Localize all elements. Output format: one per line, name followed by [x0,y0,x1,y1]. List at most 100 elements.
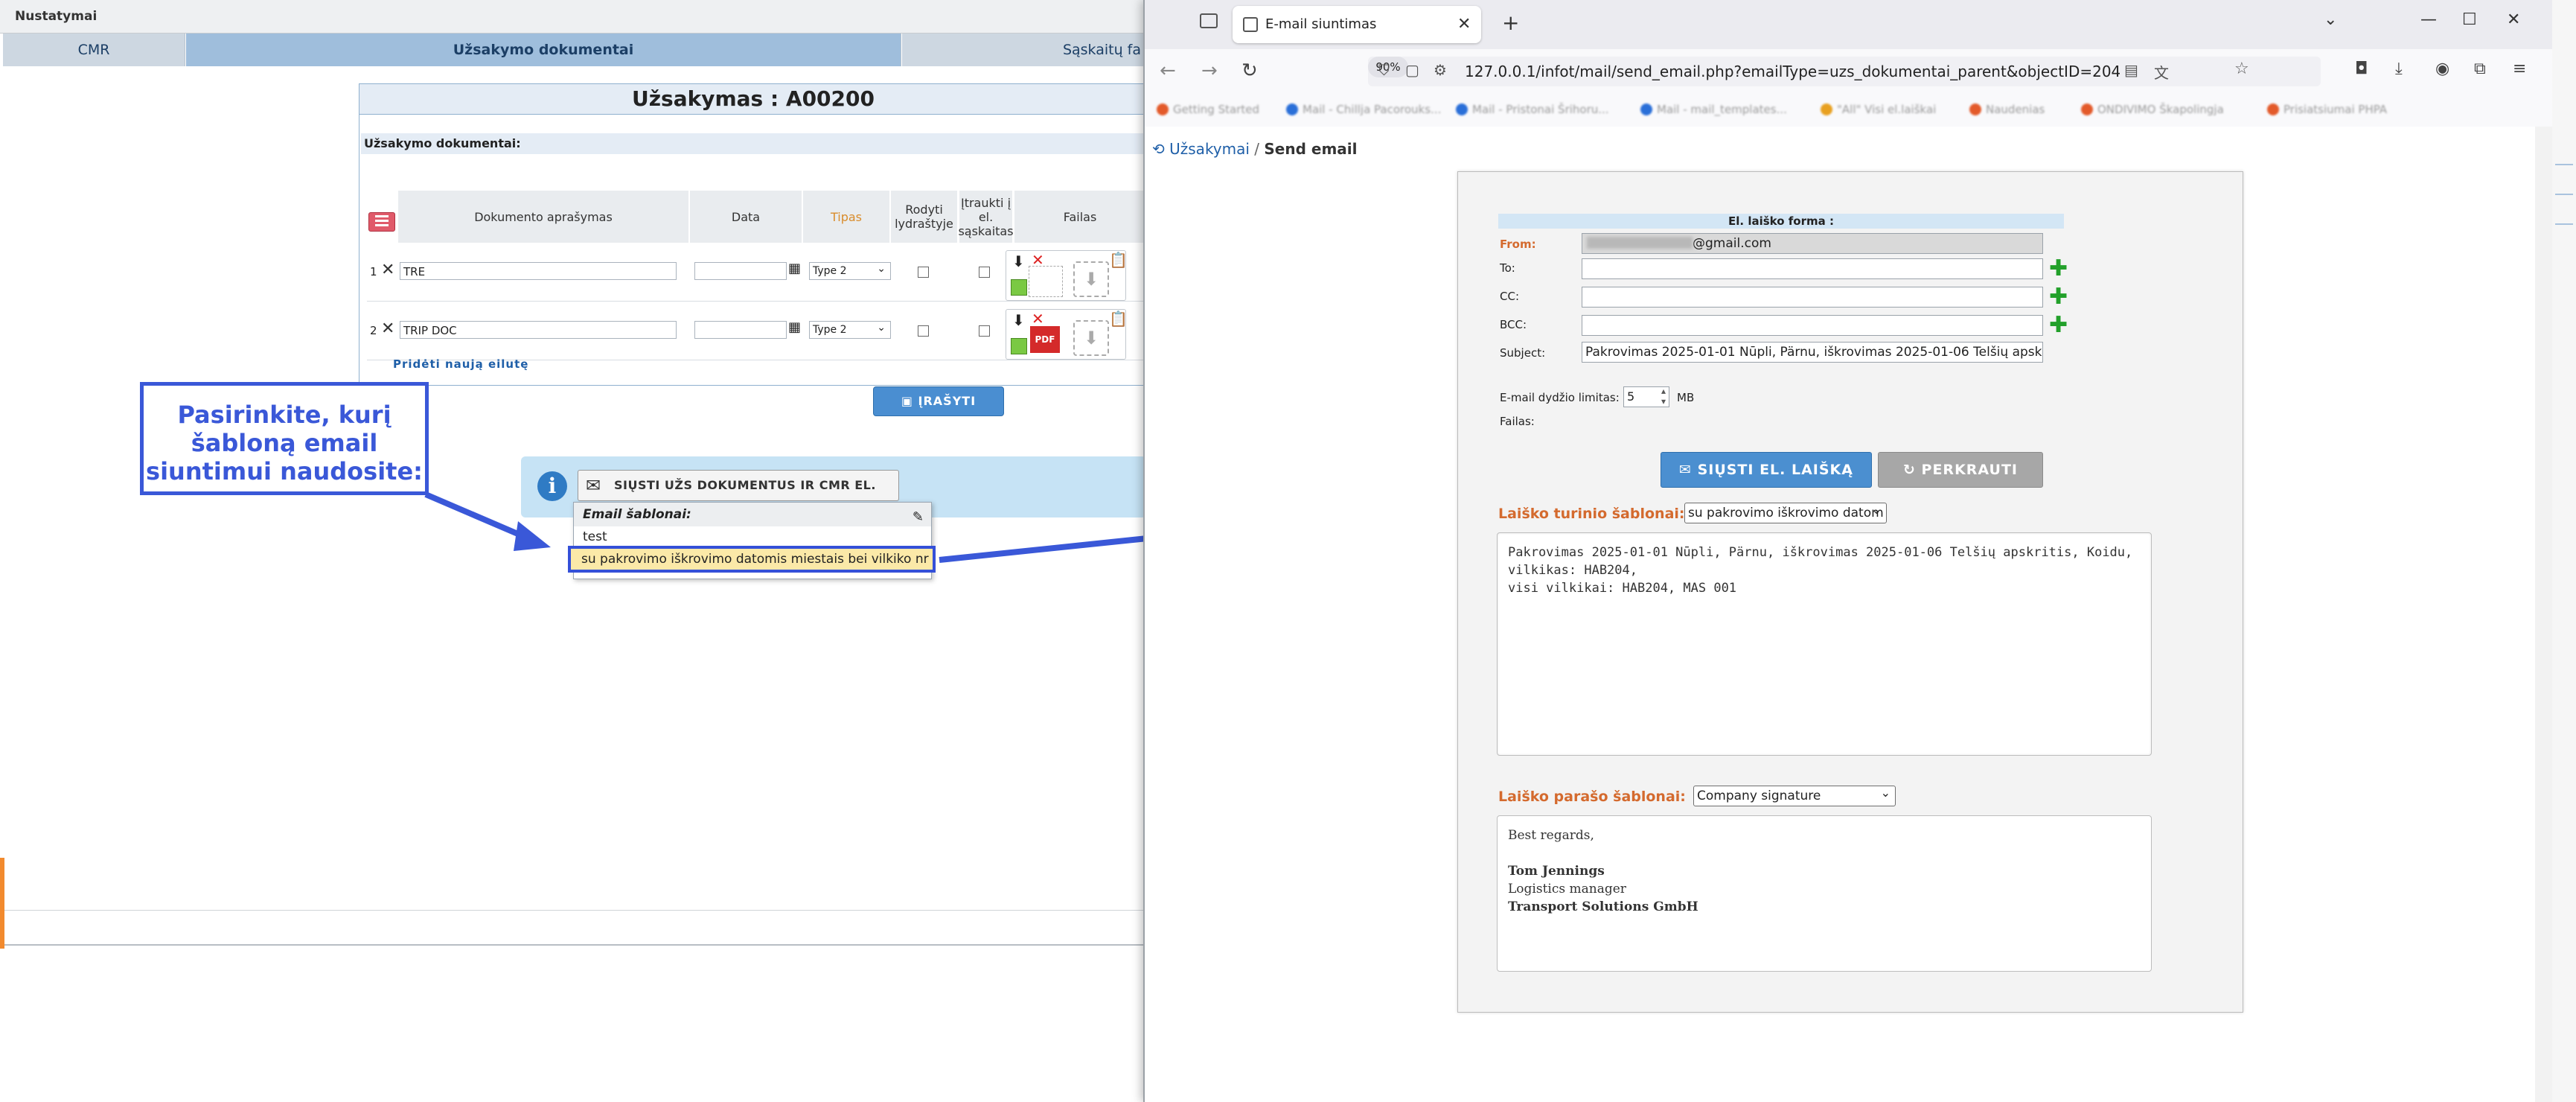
delete-row-icon[interactable]: ✕ [381,319,394,338]
new-tab-icon[interactable]: + [1502,10,1519,35]
envelope-icon: ✉ [1679,462,1698,478]
pocket-icon[interactable]: ◘ [2355,60,2368,78]
from-label: From: [1500,238,1536,251]
breadcrumb-current: Send email [1264,140,1358,158]
col-header-show-in-waybill: Rodyti lydraštyje [891,191,958,243]
app-menu-icon[interactable]: ≡ [2513,60,2526,78]
account-icon[interactable]: ◉ [2435,60,2449,78]
divider [0,944,1146,946]
add-cc-recipient-icon[interactable]: ✚ [2049,286,2068,308]
tab-invoices[interactable]: Sąskaitų fa [902,34,1148,66]
history-icon: ⟲ [1152,140,1170,158]
size-limit-stepper[interactable]: 5 ▴ ▾ [1623,386,1669,407]
cc-field[interactable] [1582,287,2043,308]
clipboard-icon[interactable]: 📋 [1109,251,1128,269]
email-templates-title: Email šablonai: [583,507,691,522]
bookmark-item[interactable]: Naudenias [1969,103,2045,116]
tab-close-icon[interactable]: ✕ [1457,15,1471,34]
remove-file-icon[interactable]: ✕ [1032,310,1044,328]
tab-list-icon[interactable] [1200,13,1218,28]
description-input[interactable]: TRE [400,262,677,280]
row-menu-button[interactable] [368,212,395,232]
clipboard-icon[interactable]: 📋 [1109,310,1128,328]
add-to-recipient-icon[interactable]: ✚ [2049,258,2068,280]
body-line: visi vilkikai: HAB204, MAS 001 [1508,581,1737,596]
shield-icon[interactable]: ⛉ [1378,61,1390,79]
browser-tab[interactable]: E-mail siuntimas ✕ [1233,6,1481,43]
downloads-icon[interactable]: ⤓ [2395,60,2403,78]
window-close-icon[interactable]: ✕ [2507,10,2520,29]
page-info-icon[interactable]: ▢ [1405,61,1419,79]
body-template-select[interactable]: su pakrovimo iškrovimo datom [1684,503,1887,523]
reader-view-icon[interactable]: ▤ [2124,61,2138,79]
minimize-icon[interactable]: — [2420,10,2437,29]
send-docs-email-button[interactable]: ✉ SIŲSTI UŽS DOKUMENTUS IR CMR EL. PAŠTU [578,470,899,522]
email-body-textarea[interactable]: Pakrovimas 2025-01-01 Nūpli, Pärnu, iškr… [1497,532,2152,756]
include-einvoice-checkbox[interactable] [979,325,990,337]
date-input[interactable] [694,262,787,280]
description-input[interactable]: TRIP DOC [400,321,677,339]
reload-icon[interactable]: ↻ [1241,60,1258,82]
template-option-test[interactable]: test [583,529,607,544]
bookmark-item[interactable]: "All" Visi el.laiškai [1821,103,1936,116]
upload-drop-icon[interactable]: ⬇ [1073,261,1109,297]
col-header-file: Failas [1014,191,1146,243]
upload-drop-icon[interactable]: ⬇ [1073,320,1109,356]
date-input[interactable] [694,321,787,339]
size-limit-label: E-mail dydžio limitas: [1500,391,1620,404]
col-header-type[interactable]: Tipas [803,191,890,243]
calendar-icon[interactable]: ▦ [788,319,801,335]
include-einvoice-checkbox[interactable] [979,267,990,278]
type-select[interactable]: Type 2 [809,261,891,280]
col-header-include-einvoice: Įtraukti į el. sąskaitas [958,191,1014,243]
left-accent-strip [0,858,4,949]
forward-icon[interactable]: → [1201,60,1218,82]
bcc-label: BCC: [1500,318,1527,331]
bookmark-item[interactable]: Mail - Pristonai Šrihoru... [1456,103,1609,116]
signature-editor[interactable]: Best regards, Tom Jennings Logistics man… [1497,815,2152,972]
permissions-icon[interactable]: ⚙ [1434,61,1447,79]
add-bcc-recipient-icon[interactable]: ✚ [2049,314,2068,337]
tab-overflow-chevron-icon[interactable]: ⌄ [2324,10,2337,29]
show-in-waybill-checkbox[interactable] [918,325,929,337]
save-button[interactable]: ▣ ĮRAŠYTI [873,386,1004,416]
show-in-waybill-checkbox[interactable] [918,267,929,278]
tab-cmr[interactable]: CMR [3,34,185,66]
bookmark-item[interactable]: Prisiatsiumai PHPA [2267,103,2387,116]
image-file-icon[interactable] [1011,279,1027,296]
address-bar[interactable]: ⛉ ▢ ⚙ 127.0.0.1/infot/mail/send_email.ph… [1368,57,2321,86]
bookmark-star-icon[interactable]: ☆ [2234,60,2249,78]
page-scrollbar[interactable] [2535,127,2554,1102]
subject-field[interactable]: Pakrovimas 2025-01-01 Nūpli, Pärnu, iškr… [1582,342,2043,363]
template-option-dates-cities[interactable]: su pakrovimo iškrovimo datomis miestais … [568,546,936,573]
pdf-file-icon[interactable]: PDF [1030,326,1060,353]
bcc-field[interactable] [1582,315,2043,336]
email-templates-dropdown: Email šablonai: ✎ test su pakrovimo iškr… [568,502,936,579]
breadcrumb: ⟲ Užsakymai / Send email [1152,140,1358,158]
maximize-icon[interactable]: ☐ [2462,10,2477,29]
file-cell: ⬇ ✕ 📋 PDF ⬇ [1006,309,1128,360]
bookmark-item[interactable]: Mail - Chillja Pacorouks... [1286,103,1441,116]
download-icon[interactable]: ⬇ [1012,311,1025,329]
bookmark-item[interactable]: Mail - mail_templates... [1640,103,1787,116]
to-field[interactable] [1582,258,2043,279]
signature-template-select[interactable]: Company signature [1693,786,1896,806]
bookmark-item[interactable]: ONDIVIMO Škapolingja [2081,103,2224,116]
image-file-icon[interactable] [1011,338,1027,354]
stepper-arrows-icon[interactable]: ▴ ▾ [1661,386,1666,407]
type-select[interactable]: Type 2 [809,319,891,339]
download-icon[interactable]: ⬇ [1012,252,1025,270]
bookmark-item[interactable]: Getting Started [1157,103,1259,116]
add-row-link[interactable]: Pridėti naują eilutę [393,357,528,371]
calendar-icon[interactable]: ▦ [788,261,801,276]
back-icon[interactable]: ← [1160,60,1176,82]
reload-button[interactable]: ↻ PERKRAUTI [1878,452,2043,488]
info-icon: i [537,471,567,501]
tab-order-documents[interactable]: Užsakymo dokumentai [186,34,901,66]
translate-icon[interactable]: 文 [2154,61,2169,83]
delete-row-icon[interactable]: ✕ [381,261,394,279]
pin-icon[interactable]: ✎ [913,506,924,529]
extensions-icon[interactable]: ⧉ [2474,60,2486,78]
send-email-button[interactable]: ✉ SIŲSTI EL. LAIŠKĄ [1661,452,1872,488]
breadcrumb-link-orders[interactable]: Užsakymai [1169,140,1250,158]
